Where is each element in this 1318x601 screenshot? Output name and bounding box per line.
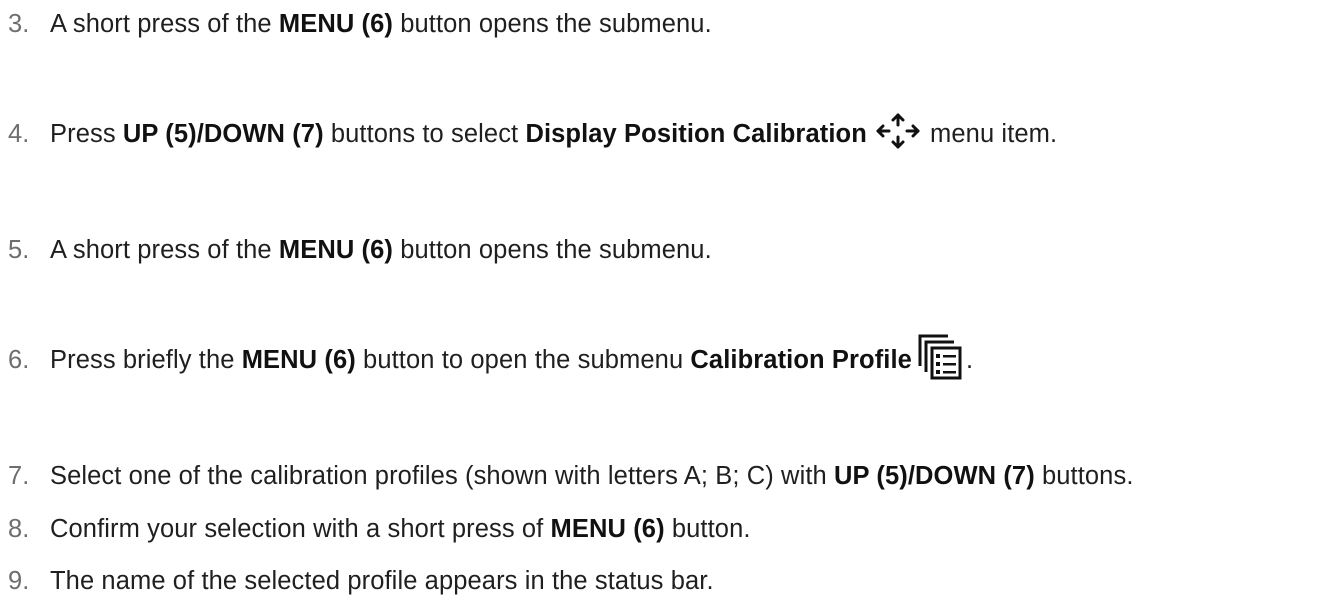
text-segment: buttons to select (323, 119, 526, 148)
step-text: A short press of the MENU (6) button ope… (50, 10, 712, 39)
step-number: 6. (8, 345, 30, 374)
step-7: 7. Select one of the calibration profile… (8, 456, 1134, 496)
text-segment: Press (50, 119, 123, 148)
step-number: 9. (8, 566, 30, 595)
step-8: 8. Confirm your selection with a short p… (8, 509, 751, 549)
step-number: 4. (8, 119, 30, 148)
move-arrows-icon (875, 108, 921, 161)
step-number: 5. (8, 235, 30, 264)
text-segment: button opens the submenu. (393, 235, 712, 264)
text-segment: . (965, 345, 974, 374)
text-segment: A short press of the (50, 9, 279, 38)
text-segment: button opens the submenu. (393, 9, 712, 38)
step-5: 5. A short press of the MENU (6) button … (8, 230, 712, 270)
step-number: 7. (8, 461, 30, 490)
text-segment: Select one of the calibration profiles (… (50, 461, 834, 490)
step-9: 9. The name of the selected profile appe… (8, 561, 714, 601)
step-text: Press UP (5)/DOWN (7) buttons to select … (50, 108, 1057, 161)
step-3: 3. A short press of the MENU (6) button … (8, 4, 712, 44)
step-number: 3. (8, 9, 30, 38)
step-text: Press briefly the MENU (6) button to ope… (50, 332, 973, 389)
menu-button-ref: MENU (6) (550, 514, 665, 543)
text-segment: A short press of the (50, 235, 279, 264)
step-4: 4. Press UP (5)/DOWN (7) buttons to sele… (8, 113, 1057, 154)
submenu-name: Calibration Profile (690, 345, 912, 374)
text-segment: Confirm your selection with a short pres… (50, 514, 551, 543)
up-down-buttons-ref: UP (5)/DOWN (7) (834, 461, 1035, 490)
menu-button-ref: MENU (6) (241, 345, 356, 374)
calibration-profile-icon (916, 332, 966, 389)
step-text: Confirm your selection with a short pres… (50, 515, 751, 544)
text-segment: menu item. (922, 119, 1058, 148)
step-text: A short press of the MENU (6) button ope… (50, 236, 712, 265)
text-segment: The name of the selected profile appears… (50, 566, 714, 595)
menu-item-name: Display Position Calibration (525, 119, 867, 148)
text-segment: buttons. (1034, 461, 1134, 490)
step-number: 8. (8, 514, 30, 543)
text-segment: Press briefly the (50, 345, 242, 374)
up-down-buttons-ref: UP (5)/DOWN (7) (122, 119, 324, 148)
step-6: 6. Press briefly the MENU (6) button to … (8, 334, 973, 380)
text-segment: button. (664, 514, 751, 543)
text-segment: button to open the submenu (355, 345, 691, 374)
step-text: Select one of the calibration profiles (… (50, 462, 1134, 491)
step-text: The name of the selected profile appears… (50, 567, 714, 596)
menu-button-ref: MENU (6) (278, 235, 394, 264)
menu-button-ref: MENU (6) (278, 9, 394, 38)
